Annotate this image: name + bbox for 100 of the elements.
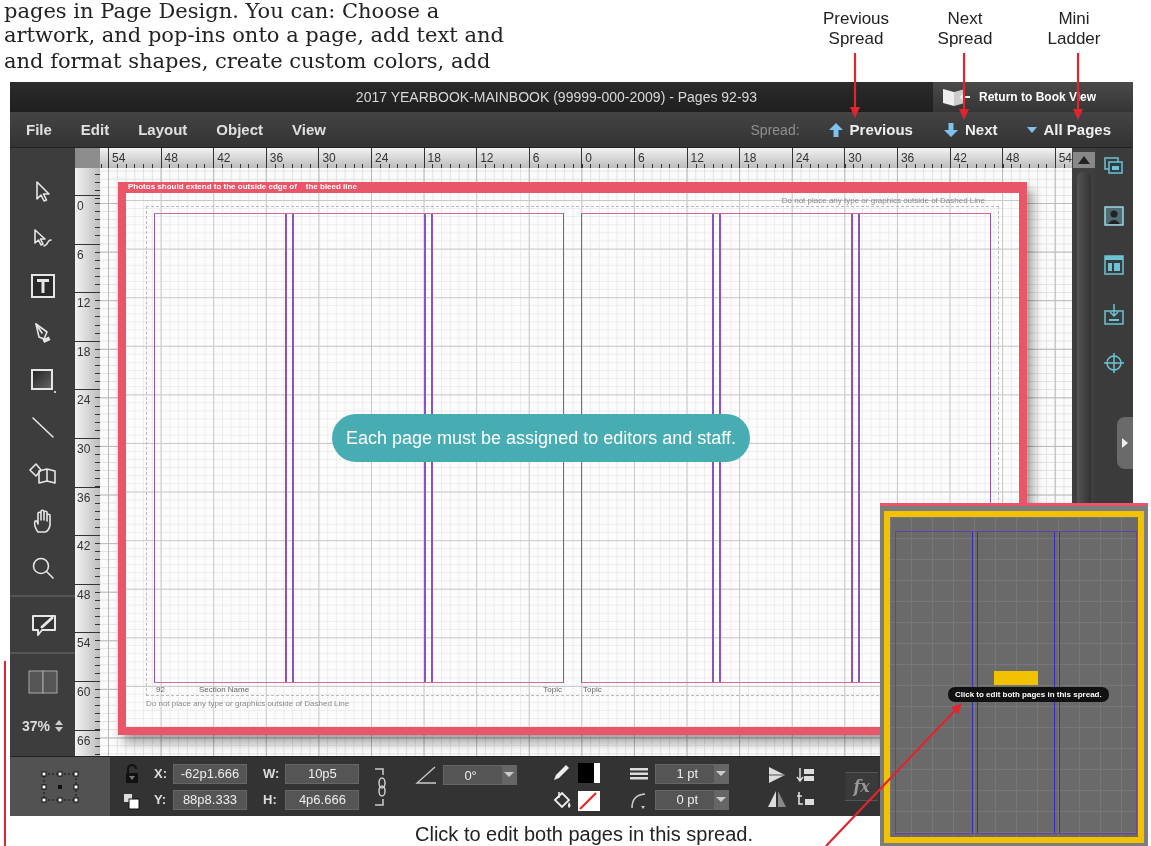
ruler-number: 0 (585, 151, 593, 165)
input-field[interactable]: 88p8.333 (173, 789, 247, 810)
corner-radius-dropdown[interactable]: 0 pt (655, 789, 730, 810)
caret-icon (1027, 125, 1038, 134)
ruler-number: 42 (77, 539, 91, 554)
ruler-number: 42 (953, 151, 967, 165)
arrow-up-icon (827, 121, 844, 138)
folio-text: Topic (582, 684, 603, 694)
caption-text: Click to edit both pages in this spread. (415, 823, 754, 845)
body-text: and format shapes, create custom colors, add (4, 48, 492, 74)
stroke-weight-icon (629, 766, 650, 781)
ruler-number: 12 (480, 151, 494, 165)
expand-tab[interactable] (1117, 417, 1133, 469)
ruler-number: 12 (77, 296, 91, 311)
ruler-corner (75, 148, 100, 168)
ruler-number: 12 (690, 151, 704, 165)
callout-label: Previous Spread (821, 9, 891, 50)
safety-note: Do not place any type or graphics outside of Dashed Line (146, 699, 351, 709)
menu-item[interactable]: Edit (80, 121, 110, 138)
ruler-number: 18 (743, 151, 757, 165)
rectangle-icon[interactable] (29, 366, 56, 393)
menu-item[interactable]: File (26, 121, 52, 138)
ruler-number: 30 (848, 151, 862, 165)
flip-horizontal-icon[interactable] (767, 765, 788, 784)
stroke-weight-dropdown[interactable]: 1 pt (655, 763, 730, 784)
function-button[interactable]: fx (845, 772, 878, 801)
input-field[interactable]: -62p1.666 (173, 763, 247, 784)
pencil-icon[interactable] (551, 762, 572, 783)
field-label: H: (263, 792, 278, 807)
unlock-icon[interactable] (124, 762, 140, 785)
caret-icon (714, 763, 729, 784)
ruler-number: 36 (900, 151, 915, 165)
no-fill-swatch-icon[interactable] (577, 789, 602, 812)
callout-arrow (959, 53, 969, 120)
text-tool-icon[interactable] (29, 272, 56, 299)
ruler-number: 36 (77, 490, 91, 505)
hint-label: Click to edit both pages in this spread. (948, 687, 1109, 702)
spread-view-icon[interactable] (27, 668, 58, 695)
spread-nav-button[interactable]: Next (930, 117, 1010, 142)
page-thumbnail[interactable]: Click to edit both pages in this spread. (884, 511, 1144, 843)
ruler-number: 30 (77, 441, 91, 456)
ruler-number: 0 (77, 199, 84, 213)
bleed-note: Photos should extend to the outside edge of the bleed line (128, 182, 357, 192)
crosshair-icon[interactable] (1103, 352, 1125, 374)
menu-item[interactable]: Layout (138, 121, 188, 138)
field-label: Y: (154, 792, 167, 807)
input-field[interactable]: 4p6.666 (285, 789, 360, 810)
ruler-number: 30 (322, 151, 336, 165)
field-label: X: (154, 766, 167, 781)
ruler-number: 54 (77, 636, 91, 651)
ruler-number: 54 (112, 151, 126, 165)
caret-icon (714, 789, 729, 810)
ruler-number: 48 (1006, 151, 1020, 165)
text-align-icon[interactable] (795, 789, 816, 808)
ruler-number: 24 (77, 393, 91, 408)
caret-icon (502, 765, 517, 785)
reference-point-icon[interactable] (40, 769, 80, 804)
transform-icon[interactable] (123, 792, 141, 811)
folio-text: Section Name (197, 684, 251, 694)
ruler-number: 42 (217, 151, 231, 165)
ruler-number: 24 (374, 151, 389, 165)
ruler-number: 6 (637, 151, 645, 165)
menu-item[interactable]: Object (216, 121, 264, 138)
ruler-number: 24 (795, 151, 810, 165)
portrait-icon[interactable] (1103, 205, 1125, 227)
menu-item[interactable]: View (292, 121, 326, 138)
import-icon[interactable] (1103, 303, 1125, 325)
ruler-number: 48 (77, 587, 91, 602)
ruler-number: 6 (77, 247, 84, 262)
callout-label: Next Spread (936, 9, 994, 50)
input-field[interactable]: 10p5 (285, 763, 360, 784)
expand-icon[interactable] (1122, 438, 1128, 448)
ruler-number: 6 (532, 151, 540, 165)
spread-label: Spread: (750, 121, 800, 138)
text-wrap-icon[interactable] (795, 765, 816, 784)
note-bubble: Each page must be assigned to editors and staff. (332, 414, 750, 462)
field-label: W: (263, 766, 280, 781)
stroke-swatch-icon[interactable] (577, 761, 602, 784)
ruler-number: 54 (1058, 151, 1072, 165)
ruler-number: 66 (77, 733, 91, 748)
folio-text: Topic (542, 684, 563, 694)
spread-nav-button[interactable]: All Pages (1015, 117, 1123, 142)
body-text: artwork, and pop-ins onto a page, add text and (4, 22, 505, 48)
zoom-control[interactable]: 37% (10, 714, 75, 738)
ruler-number: 60 (77, 684, 91, 699)
spread-nav-button[interactable]: Previous (815, 117, 925, 142)
folio-text: 92 (155, 684, 166, 694)
bucket-book-icon[interactable] (27, 460, 58, 487)
stepper-icon (55, 720, 63, 732)
flip-vertical-icon[interactable] (767, 789, 788, 808)
ruler-number: 36 (269, 151, 284, 165)
ruler-number: 48 (164, 151, 178, 165)
angle-dropdown[interactable]: 0° (443, 765, 518, 785)
scroll-up-icon[interactable] (1072, 152, 1095, 168)
window-title: 2017 YEARBOOK-MAINBOOK (99999-000-2009) - Pages 92-93 (354, 89, 759, 105)
angle-icon (415, 765, 438, 785)
arrow-down-icon (942, 121, 959, 138)
ruler-number: 18 (77, 344, 91, 359)
body-text: pages in Page Design. You can: Choose a (4, 0, 441, 22)
layout-icon[interactable] (1103, 254, 1125, 276)
